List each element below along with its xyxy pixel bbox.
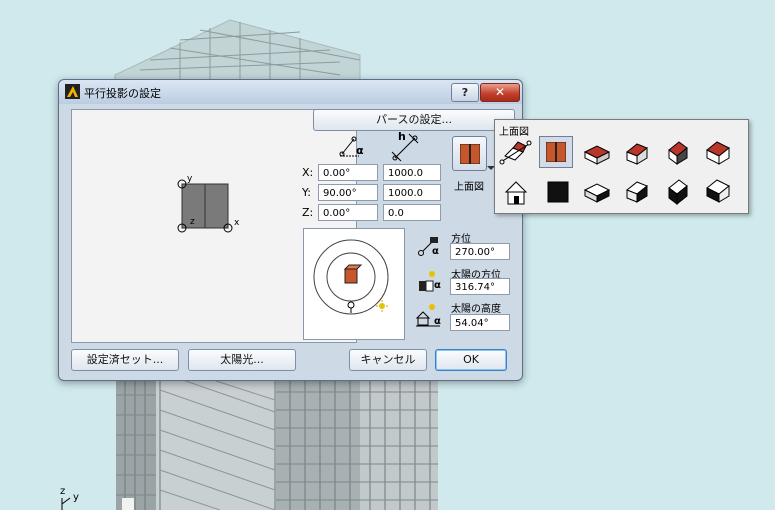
close-button[interactable]: ✕ bbox=[480, 83, 520, 102]
sun-azimuth-alpha-glyph: α bbox=[434, 280, 441, 291]
azimuth-alpha-glyph: α bbox=[432, 246, 439, 257]
sunlight-button[interactable]: 太陽光... bbox=[188, 349, 296, 371]
angle-alpha-glyph: α bbox=[356, 144, 364, 157]
iso-house-right-icon[interactable] bbox=[661, 136, 695, 168]
under-iso-front-icon[interactable] bbox=[621, 176, 655, 208]
presets-button[interactable]: 設定済セット... bbox=[71, 349, 179, 371]
under-iso-right-icon[interactable] bbox=[661, 176, 695, 208]
sun-position-panel[interactable] bbox=[303, 228, 405, 340]
iso-house-front-icon[interactable] bbox=[621, 136, 655, 168]
axonometric-house-icon[interactable] bbox=[499, 136, 533, 168]
sun-altitude-alpha-glyph: α bbox=[434, 316, 441, 327]
view-select-button[interactable] bbox=[452, 136, 487, 171]
y-label: Y: bbox=[302, 186, 311, 199]
front-elevation-house-icon[interactable] bbox=[499, 176, 533, 208]
preview-axis-z: z bbox=[190, 217, 195, 227]
y-angle-field[interactable]: 90.00° bbox=[318, 184, 378, 201]
axis-indicator: z y bbox=[56, 486, 86, 510]
view-label: 上面図 bbox=[454, 182, 484, 193]
help-button[interactable]: ? bbox=[451, 83, 479, 102]
iso-house-left-icon[interactable] bbox=[581, 136, 615, 168]
top-view-icon bbox=[460, 144, 480, 164]
cancel-button[interactable]: キャンセル bbox=[349, 349, 427, 371]
iso-house-back-icon[interactable] bbox=[701, 136, 735, 168]
sun-altitude-field[interactable]: 54.04° bbox=[450, 314, 510, 331]
top-view-option[interactable] bbox=[539, 136, 573, 168]
ok-button[interactable]: OK bbox=[435, 349, 507, 371]
preview-axis-y: y bbox=[187, 174, 193, 184]
distance-h-glyph: h bbox=[398, 130, 406, 143]
x-distance-field[interactable]: 1000.0 bbox=[383, 164, 441, 181]
x-angle-field[interactable]: 0.00° bbox=[318, 164, 378, 181]
archicad-app-icon bbox=[65, 84, 80, 99]
preview-model-icon bbox=[177, 179, 233, 233]
perspective-settings-button[interactable]: パースの設定... bbox=[313, 109, 515, 131]
preview-axis-x: x bbox=[234, 218, 240, 228]
dialog-title: 平行投影の設定 bbox=[84, 87, 161, 100]
parallel-projection-dialog: 平行投影の設定 ? ✕ y z x パースの設定... α h X: 0.00° bbox=[58, 79, 523, 381]
x-label: X: bbox=[302, 166, 314, 179]
bottom-view-icon[interactable] bbox=[541, 176, 575, 208]
under-iso-back-icon[interactable] bbox=[701, 176, 735, 208]
azimuth-field[interactable]: 270.00° bbox=[450, 243, 510, 260]
y-distance-field[interactable]: 1000.0 bbox=[383, 184, 441, 201]
view-preset-popup: 上面図 bbox=[494, 119, 749, 214]
sun-orbit-diagram-icon bbox=[313, 239, 389, 315]
z-label: Z: bbox=[302, 206, 314, 219]
sun-altitude-label: 太陽の高度 bbox=[451, 304, 501, 315]
top-view-icon bbox=[546, 142, 566, 162]
sun-azimuth-field[interactable]: 316.74° bbox=[450, 278, 510, 295]
axis-lines-icon bbox=[61, 497, 71, 510]
z-distance-field[interactable]: 0.0 bbox=[383, 204, 441, 221]
dialog-titlebar[interactable]: 平行投影の設定 ? ✕ bbox=[59, 80, 522, 104]
under-iso-left-icon[interactable] bbox=[581, 176, 615, 208]
z-angle-field[interactable]: 0.00° bbox=[318, 204, 378, 221]
